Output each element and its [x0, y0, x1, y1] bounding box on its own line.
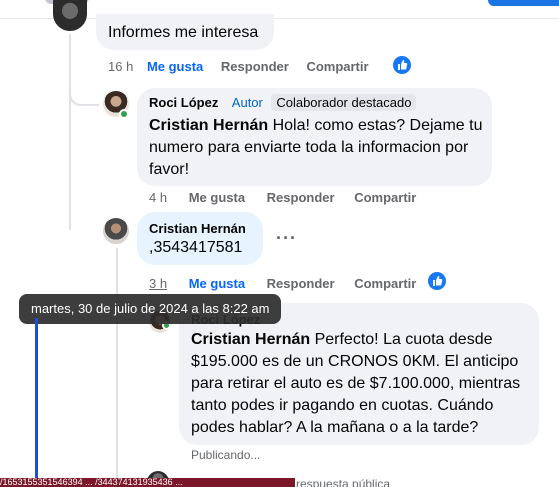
- status-url-bar: /1653155351546394 ... /344374131935436 .…: [0, 478, 295, 487]
- comment-actions: 3 h Me gusta Responder Compartir: [149, 276, 416, 291]
- share-button[interactable]: Compartir: [354, 190, 416, 205]
- like-button[interactable]: Me gusta: [147, 59, 203, 74]
- publishing-status: Publicando...: [191, 448, 261, 462]
- author-badge: Autor: [231, 95, 263, 110]
- like-reaction-icon[interactable]: [393, 56, 411, 74]
- comment-text: Informes me interesa: [108, 24, 259, 41]
- reply-composer-hint[interactable]: respuesta pública: [296, 479, 390, 487]
- timestamp-tooltip: martes, 30 de julio de 2024 a las 8:22 a…: [19, 294, 282, 324]
- comment-text: Cristian Hernán Hola! como estas? Dejame…: [149, 115, 484, 181]
- comment-text: ,3543417581: [149, 239, 243, 256]
- reply-button[interactable]: Responder: [267, 276, 335, 291]
- comment-text: Cristian Hernán Perfecto! La cuota desde…: [191, 329, 531, 439]
- comment-header: Roci López Autor Colaborador destacado: [149, 94, 417, 112]
- comment-actions: 4 h Me gusta Responder Compartir: [149, 190, 416, 205]
- like-button[interactable]: Me gusta: [189, 190, 245, 205]
- comment-bubble: Informes me interesa: [96, 14, 274, 50]
- scroll-focus-indicator: [35, 318, 38, 478]
- cristian-avatar[interactable]: [103, 218, 129, 244]
- comment-time[interactable]: 16 h: [108, 59, 133, 74]
- mention-link[interactable]: Cristian Hernán: [191, 331, 310, 348]
- top-action-button[interactable]: [488, 0, 559, 6]
- commenter-avatar[interactable]: [53, 0, 87, 31]
- more-options-icon[interactable]: ···: [276, 228, 297, 249]
- top-contributor-badge: Colaborador destacado: [271, 94, 417, 111]
- like-button[interactable]: Me gusta: [189, 276, 245, 291]
- author-name[interactable]: Cristian Hernán: [149, 221, 246, 236]
- reply-button[interactable]: Responder: [267, 190, 335, 205]
- comment-time[interactable]: 4 h: [149, 190, 167, 205]
- mention-link[interactable]: Cristian Hernán: [149, 117, 268, 134]
- thread-curve-reply1: [69, 70, 99, 106]
- like-reaction-icon[interactable]: [428, 272, 446, 290]
- share-button[interactable]: Compartir: [354, 276, 416, 291]
- share-button[interactable]: Compartir: [306, 59, 368, 74]
- author-name[interactable]: Roci López: [149, 95, 218, 110]
- thread-line-main: [69, 34, 71, 230]
- reply-button[interactable]: Responder: [221, 59, 289, 74]
- comment-time[interactable]: 3 h: [149, 276, 167, 291]
- comment-actions: 16 h Me gusta Responder Compartir: [108, 59, 369, 74]
- online-status-icon: [119, 109, 129, 119]
